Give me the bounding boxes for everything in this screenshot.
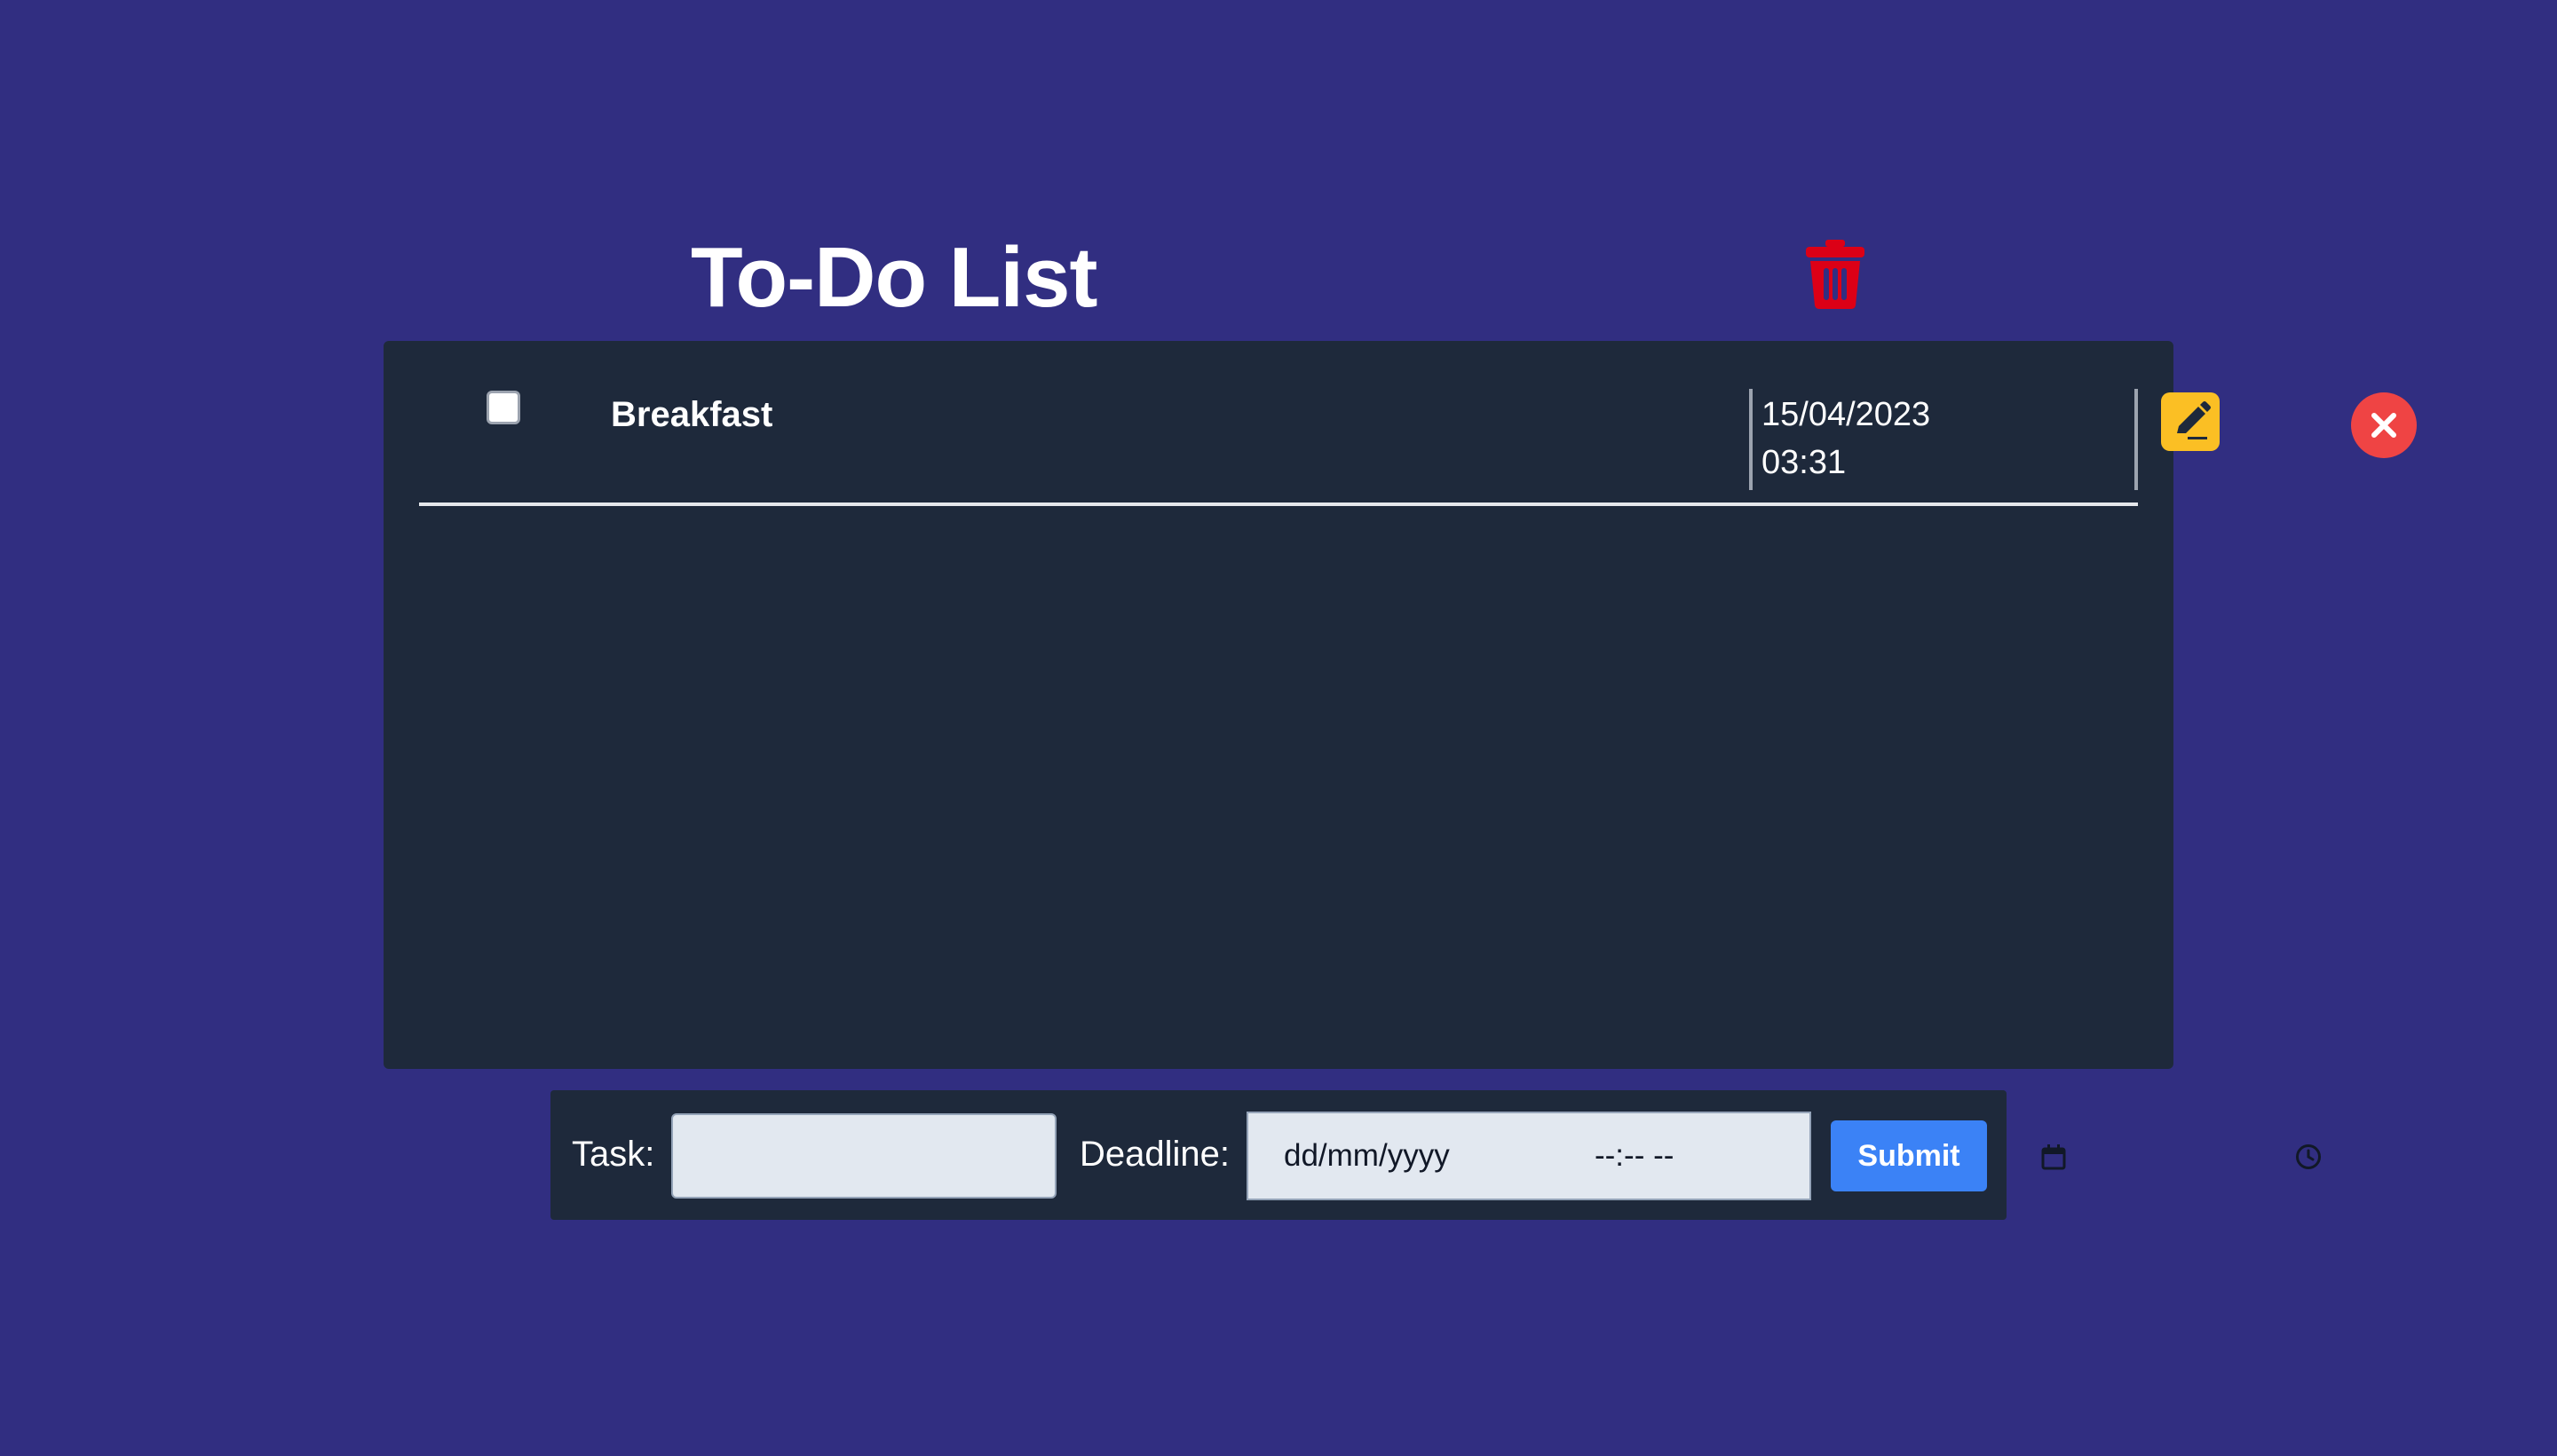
pencil-icon — [2161, 392, 2220, 451]
column-divider — [1749, 389, 1753, 490]
task-deadline-date: 15/04/2023 — [1761, 396, 1931, 433]
deadline-label: Deadline: — [1080, 1135, 1231, 1174]
deadline-datetime-input[interactable]: dd/mm/yyyy --:-- -- — [1247, 1112, 2321, 1200]
task-list-panel: Breakfast 15/04/2023 03:31 — [384, 341, 2417, 1069]
task-label: Task: — [572, 1135, 655, 1174]
delete-task-button[interactable] — [2351, 392, 2417, 458]
edit-task-button[interactable] — [2161, 392, 2220, 451]
time-field[interactable]: --:-- -- — [1595, 1136, 1674, 1176]
column-divider — [2134, 389, 2138, 490]
calendar-icon[interactable] — [2040, 1143, 2067, 1170]
close-icon — [2351, 392, 2417, 458]
task-name: Breakfast — [611, 395, 773, 434]
clear-all-button[interactable] — [1802, 240, 1868, 309]
task-row: Breakfast 15/04/2023 03:31 — [419, 341, 2417, 506]
task-input[interactable] — [671, 1113, 1057, 1199]
task-deadline-time: 03:31 — [1761, 444, 1847, 481]
submit-button[interactable]: Submit — [1831, 1120, 1987, 1191]
clock-icon[interactable] — [2294, 1143, 2323, 1171]
page-title: To-Do List — [691, 230, 1097, 325]
task-complete-checkbox[interactable] — [487, 391, 520, 424]
trash-icon — [1802, 240, 1868, 309]
add-task-form: Task: Deadline: dd/mm/yyyy --:-- -- Subm… — [550, 1090, 2321, 1220]
date-field[interactable]: dd/mm/yyyy — [1284, 1136, 1450, 1176]
